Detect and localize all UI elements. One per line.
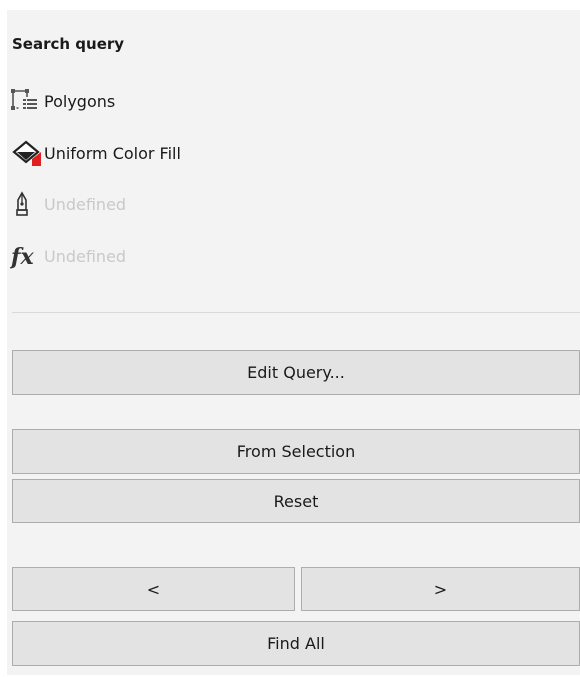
previous-button[interactable]: < [12, 567, 295, 611]
fill-icon [10, 138, 46, 168]
query-item-label: Polygons [44, 91, 116, 111]
svg-text:fx: fx [10, 244, 34, 270]
edit-query-button[interactable]: Edit Query... [12, 350, 580, 395]
divider [12, 312, 580, 313]
query-item-fill[interactable]: Uniform Color Fill [10, 138, 181, 168]
query-item-label: Undefined [44, 246, 127, 266]
section-title: Search query [12, 35, 125, 53]
pen-icon [10, 189, 46, 219]
query-item-label: Undefined [44, 194, 127, 214]
query-item-polygons[interactable]: Polygons [10, 86, 115, 116]
reset-button[interactable]: Reset [12, 479, 580, 523]
next-button[interactable]: > [301, 567, 580, 611]
query-item-label: Uniform Color Fill [44, 143, 181, 163]
query-item-fx: fx Undefined [10, 241, 126, 271]
fx-icon: fx [10, 241, 46, 271]
from-selection-button[interactable]: From Selection [12, 429, 580, 474]
polygons-icon [10, 86, 46, 116]
search-query-panel: Search query Polygons Uniform Color Fill… [7, 10, 580, 675]
find-all-button[interactable]: Find All [12, 621, 580, 666]
query-item-pen: Undefined [10, 189, 126, 219]
